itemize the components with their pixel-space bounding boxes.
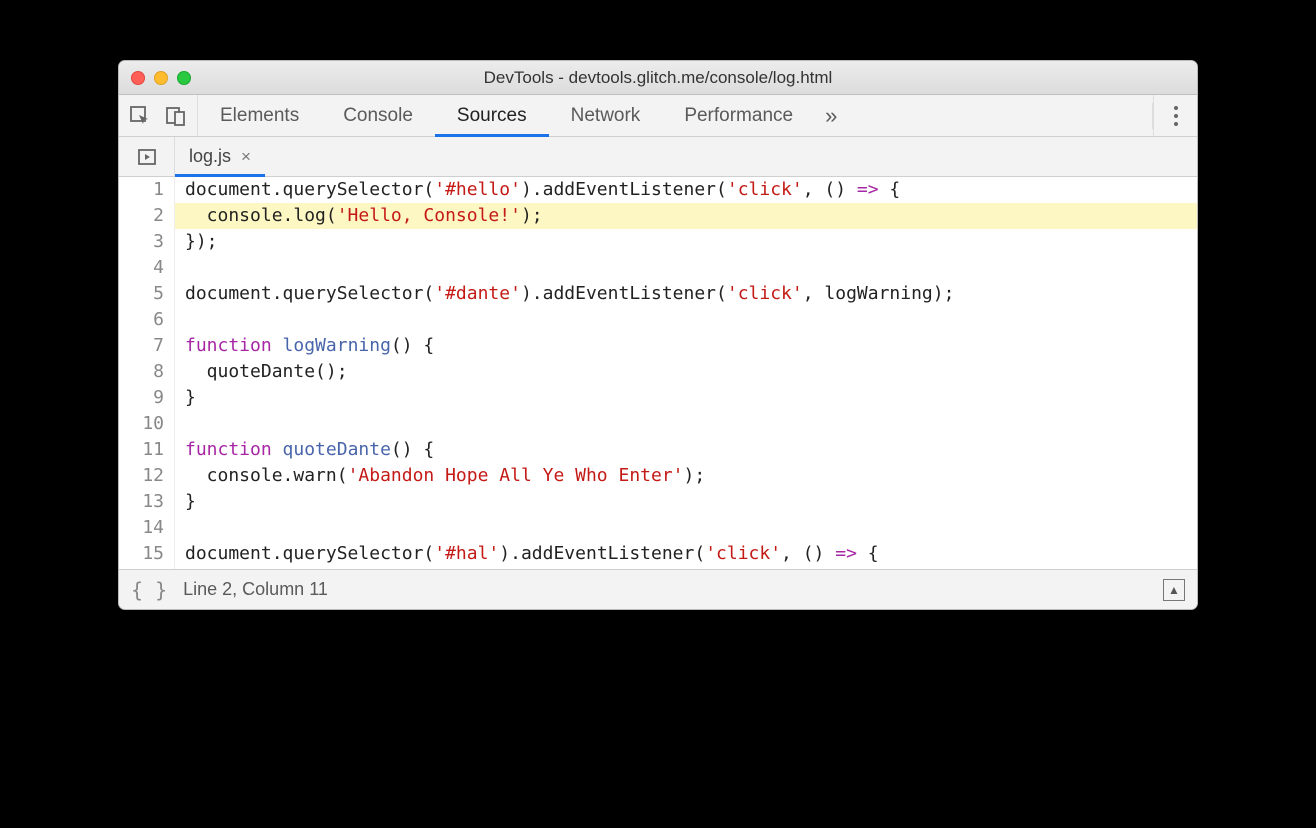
line-number[interactable]: 9 [119,385,164,411]
code-line[interactable] [175,307,1197,333]
code-line[interactable]: function logWarning() { [175,333,1197,359]
show-navigator-button[interactable] [119,137,175,176]
code-line[interactable]: console.warn('Abandon Hope All Ye Who En… [175,463,1197,489]
window-controls [119,71,191,85]
close-window-button[interactable] [131,71,145,85]
file-tab-name: log.js [189,146,231,167]
panel-tab-performance[interactable]: Performance [662,95,815,136]
code-line[interactable]: document.querySelector('#dante').addEven… [175,281,1197,307]
source-editor[interactable]: 123456789101112131415 document.querySele… [119,177,1197,569]
line-gutter: 123456789101112131415 [119,177,175,569]
code-line[interactable]: } [175,489,1197,515]
code-line[interactable]: }); [175,229,1197,255]
editor-statusbar: { } Line 2, Column 11 ▲ [119,569,1197,609]
line-number[interactable]: 5 [119,281,164,307]
line-number[interactable]: 8 [119,359,164,385]
code-line[interactable]: function quoteDante() { [175,437,1197,463]
panel-tab-console[interactable]: Console [321,95,435,136]
devtools-window: DevTools - devtools.glitch.me/console/lo… [118,60,1198,610]
code-area[interactable]: document.querySelector('#hello').addEven… [175,177,1197,569]
code-line[interactable]: document.querySelector('#hello').addEven… [175,177,1197,203]
zoom-window-button[interactable] [177,71,191,85]
more-panels-button[interactable]: » [815,95,853,136]
line-number[interactable]: 3 [119,229,164,255]
code-line[interactable]: console.log('Hello, Console!'); [175,203,1197,229]
line-number[interactable]: 11 [119,437,164,463]
file-tab[interactable]: log.js × [175,137,265,176]
line-number[interactable]: 1 [119,177,164,203]
line-number[interactable]: 2 [119,203,164,229]
code-line[interactable]: } [175,385,1197,411]
file-tabs-row: log.js × [119,137,1197,177]
panel-tab-network[interactable]: Network [549,95,663,136]
pretty-print-button[interactable]: { } [131,578,183,602]
panel-tab-elements[interactable]: Elements [198,95,321,136]
panel-tab-sources[interactable]: Sources [435,95,549,136]
toggle-drawer-button[interactable]: ▲ [1163,579,1185,601]
toolbar-leading [119,95,198,136]
line-number[interactable]: 13 [119,489,164,515]
code-line[interactable]: quoteDante(); [175,359,1197,385]
line-number[interactable]: 4 [119,255,164,281]
code-line[interactable] [175,411,1197,437]
window-title: DevTools - devtools.glitch.me/console/lo… [119,68,1197,88]
line-number[interactable]: 10 [119,411,164,437]
line-number[interactable]: 12 [119,463,164,489]
cursor-position-label: Line 2, Column 11 [183,579,328,600]
devtools-tabstrip: ElementsConsoleSourcesNetworkPerformance… [119,95,1197,137]
line-number[interactable]: 6 [119,307,164,333]
close-file-icon[interactable]: × [241,147,251,167]
window-titlebar: DevTools - devtools.glitch.me/console/lo… [119,61,1197,95]
code-line[interactable]: document.querySelector('#hal').addEventL… [175,541,1197,567]
panel-tabs: ElementsConsoleSourcesNetworkPerformance [198,95,815,136]
code-line[interactable] [175,255,1197,281]
minimize-window-button[interactable] [154,71,168,85]
line-number[interactable]: 7 [119,333,164,359]
device-toolbar-icon[interactable] [165,105,187,127]
line-number[interactable]: 14 [119,515,164,541]
code-line[interactable] [175,515,1197,541]
line-number[interactable]: 15 [119,541,164,567]
file-tabs: log.js × [175,137,265,176]
inspect-element-icon[interactable] [129,105,151,127]
settings-menu-button[interactable] [1153,95,1197,136]
